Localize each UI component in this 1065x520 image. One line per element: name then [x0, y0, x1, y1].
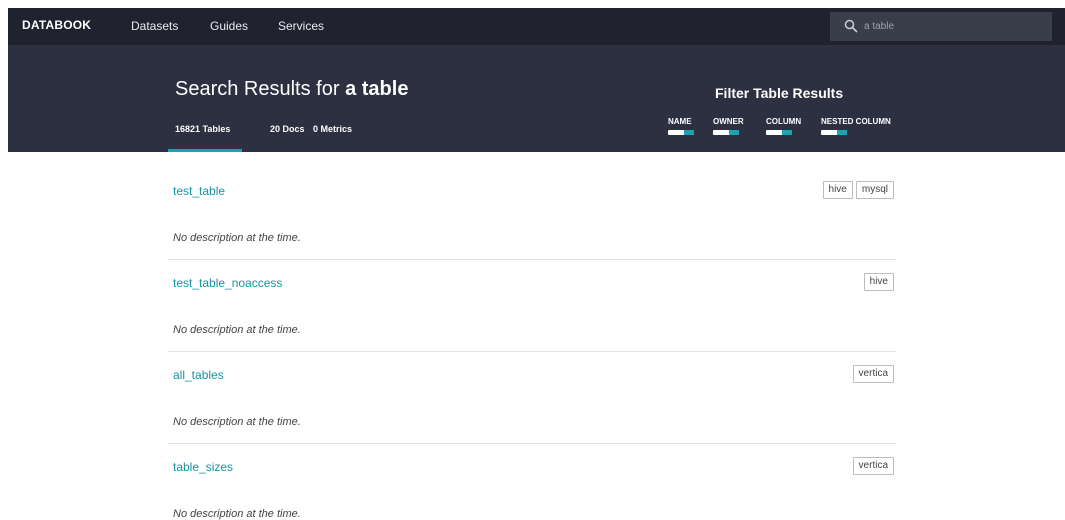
search-input[interactable] — [864, 17, 1044, 36]
search-box[interactable] — [830, 12, 1052, 41]
search-query: a table — [345, 78, 409, 100]
nav-guides[interactable]: Guides — [210, 19, 248, 33]
result-description: No description at the time. — [173, 324, 301, 336]
result-title[interactable]: test_table — [173, 184, 225, 198]
source-badges: vertica — [852, 457, 894, 475]
result-description: No description at the time. — [173, 508, 301, 520]
tab-metrics[interactable]: 0 Metrics — [313, 124, 352, 134]
nav-datasets[interactable]: Datasets — [131, 19, 178, 33]
brand-logo[interactable]: DATABOOK — [22, 18, 91, 32]
nav-services[interactable]: Services — [278, 19, 324, 33]
result-item: table_sizes vertica No description at th… — [168, 444, 896, 520]
filter-toggle[interactable] — [668, 130, 694, 135]
filter-owner[interactable]: OWNER — [713, 117, 744, 135]
filter-column[interactable]: COLUMN — [766, 117, 801, 135]
result-description: No description at the time. — [173, 416, 301, 428]
filter-title: Filter Table Results — [715, 85, 844, 101]
source-badge: hive — [822, 181, 853, 199]
search-icon — [844, 19, 858, 33]
tab-tables[interactable]: 16821 Tables — [175, 124, 230, 134]
result-title[interactable]: all_tables — [173, 368, 224, 382]
result-item: all_tables vertica No description at the… — [168, 352, 896, 444]
filter-name[interactable]: NAME — [668, 117, 694, 135]
result-description: No description at the time. — [173, 232, 301, 244]
page-title: Search Results for a table — [175, 78, 408, 101]
filter-label: NAME — [668, 117, 692, 126]
source-badges: hive mysql — [822, 181, 894, 199]
filter-nested-column[interactable]: NESTED COLUMN — [821, 117, 891, 135]
filter-toggle[interactable] — [821, 130, 847, 135]
results-list: test_table hive mysql No description at … — [168, 168, 896, 520]
top-navbar: DATABOOK Datasets Guides Services — [8, 8, 1065, 45]
source-badge: vertica — [852, 365, 894, 383]
result-item: test_table_noaccess hive No description … — [168, 260, 896, 352]
result-title[interactable]: test_table_noaccess — [173, 276, 282, 290]
source-badge: hive — [863, 273, 894, 291]
title-prefix: Search Results for — [175, 78, 340, 100]
source-badge: vertica — [852, 457, 894, 475]
search-header: Search Results for a table 16821 Tables … — [8, 45, 1065, 152]
result-item: test_table hive mysql No description at … — [168, 168, 896, 260]
filter-label: NESTED COLUMN — [821, 117, 891, 126]
source-badges: vertica — [852, 365, 894, 383]
filter-toggle[interactable] — [766, 130, 792, 135]
filter-label: COLUMN — [766, 117, 802, 126]
source-badge: mysql — [855, 181, 894, 199]
filter-toggle[interactable] — [713, 130, 739, 135]
result-title[interactable]: table_sizes — [173, 460, 233, 474]
source-badges: hive — [863, 273, 894, 291]
filter-label: OWNER — [713, 117, 744, 126]
active-tab-indicator — [168, 149, 242, 152]
tab-docs[interactable]: 20 Docs — [270, 124, 305, 134]
